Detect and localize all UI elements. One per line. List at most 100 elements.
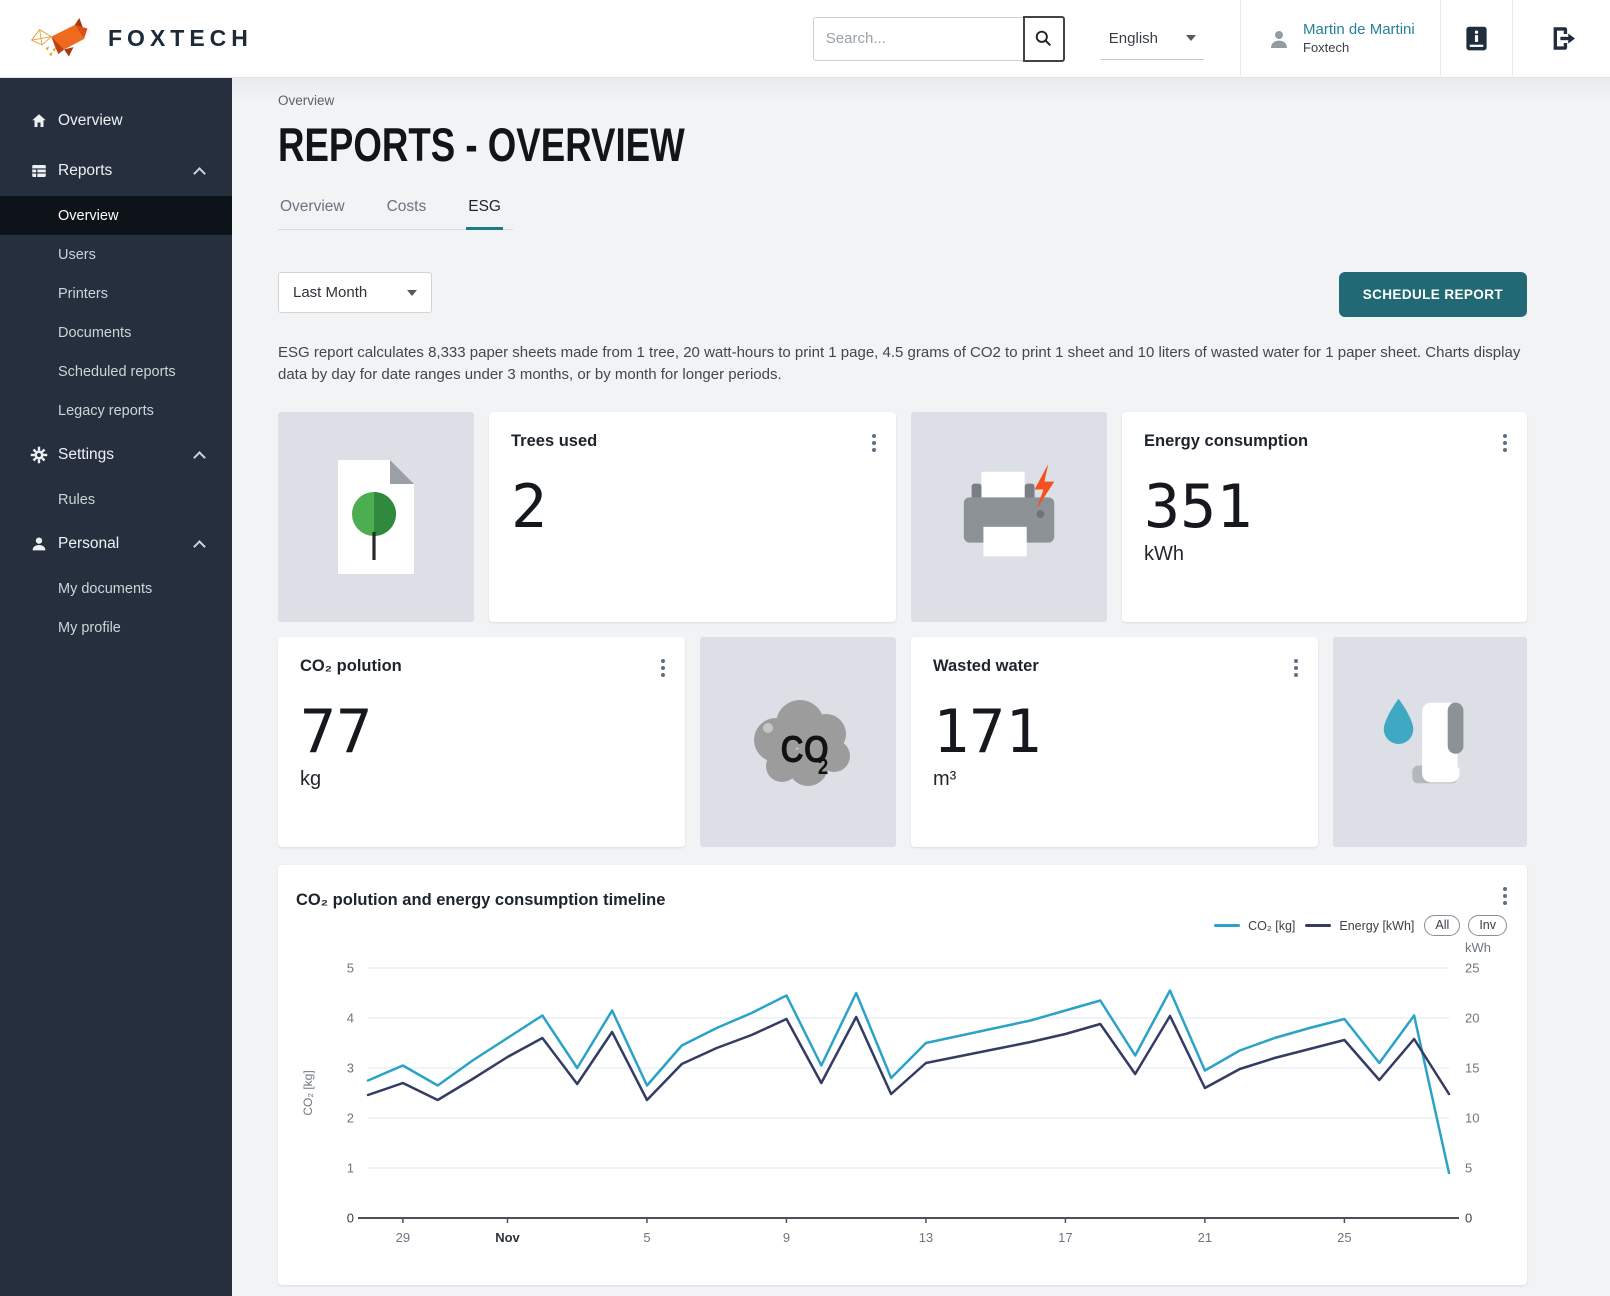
svg-text:21: 21 (1198, 1230, 1212, 1245)
tab-esg[interactable]: ESG (466, 198, 503, 229)
tab-overview[interactable]: Overview (278, 198, 347, 229)
user-icon (1267, 27, 1291, 51)
sidebar-item-printers[interactable]: Printers (0, 274, 232, 313)
trees-used-value: 2 (511, 477, 874, 537)
svg-text:0: 0 (1465, 1210, 1472, 1225)
energy-unit: kWh (1144, 543, 1505, 566)
trees-used-card: Trees used 2 (489, 412, 896, 622)
svg-text:2: 2 (347, 1110, 354, 1125)
chevron-up-icon (193, 540, 206, 553)
sidebar-item-users[interactable]: Users (0, 235, 232, 274)
sidebar-section-personal[interactable]: Personal (0, 519, 232, 569)
user-organization: Foxtech (1303, 40, 1415, 57)
sidebar-item-scheduled-reports[interactable]: Scheduled reports (0, 352, 232, 391)
page-title: REPORTS - OVERVIEW (278, 117, 685, 172)
language-label: English (1109, 30, 1158, 47)
sidebar-section-reports[interactable]: Reports (0, 146, 232, 196)
legend-co2[interactable]: CO₂ [kg] (1214, 919, 1295, 933)
kebab-menu-icon[interactable] (868, 430, 880, 456)
card-title: Wasted water (933, 657, 1296, 676)
logout-button[interactable] (1512, 0, 1610, 78)
svg-text:5: 5 (1465, 1160, 1472, 1175)
timeline-chart: 0123450510152025kWhCO₂ [kg]29Nov59131721… (296, 938, 1509, 1270)
chevron-up-icon (193, 451, 206, 464)
co2-polution-card: CO₂ polution 77 kg (278, 637, 685, 847)
svg-text:1: 1 (347, 1160, 354, 1175)
brand-name: FOXTECH (108, 25, 253, 52)
svg-text:25: 25 (1337, 1230, 1351, 1245)
report-tabs: Overview Costs ESG (278, 198, 513, 230)
esg-description: ESG report calculates 8,333 paper sheets… (278, 342, 1527, 386)
search-button[interactable] (1023, 16, 1065, 62)
svg-text:29: 29 (396, 1230, 410, 1245)
person-icon (30, 535, 48, 553)
svg-text:CO₂ [kg]: CO₂ [kg] (301, 1070, 315, 1115)
home-icon (30, 112, 48, 130)
card-title: Energy consumption (1144, 432, 1505, 451)
breadcrumb[interactable]: Overview (278, 93, 1610, 108)
brand-logo[interactable]: FOXTECH (0, 13, 253, 65)
co2-line-swatch (1214, 924, 1240, 927)
app-header: FOXTECH English Martin de Martini Foxtec… (0, 0, 1610, 78)
svg-text:20: 20 (1465, 1010, 1479, 1025)
sidebar-item-rules[interactable]: Rules (0, 480, 232, 519)
trees-icon-tile (278, 412, 474, 622)
energy-line-swatch (1305, 924, 1331, 927)
schedule-report-button[interactable]: SCHEDULE REPORT (1339, 272, 1527, 317)
main-content: Overview REPORTS - OVERVIEW Overview Cos… (232, 78, 1610, 1296)
tree-paper-icon (326, 451, 426, 583)
card-title: CO₂ polution (300, 657, 663, 676)
sidebar-item-overview[interactable]: Overview (0, 96, 232, 146)
water-paper-icon (1371, 683, 1489, 801)
legend-energy[interactable]: Energy [kWh] (1305, 919, 1414, 933)
kebab-menu-icon[interactable] (1290, 655, 1302, 681)
card-title: Trees used (511, 432, 874, 451)
chevron-up-icon (193, 167, 206, 180)
chart-legend: CO₂ [kg] Energy [kWh] All Inv (296, 914, 1509, 938)
kebab-menu-icon[interactable] (657, 655, 669, 681)
user-name: Martin de Martini (1303, 20, 1415, 40)
svg-text:10: 10 (1465, 1110, 1479, 1125)
kebab-menu-icon[interactable] (1499, 430, 1511, 456)
svg-text:2: 2 (818, 755, 828, 779)
sidebar-item-my-documents[interactable]: My documents (0, 569, 232, 608)
sidebar-item-documents[interactable]: Documents (0, 313, 232, 352)
svg-text:kWh: kWh (1465, 940, 1491, 955)
help-guide-button[interactable] (1440, 0, 1512, 78)
search-bar (813, 16, 1065, 62)
svg-text:25: 25 (1465, 960, 1479, 975)
co2-cloud-icon: CO 2 (738, 682, 858, 802)
sidebar-section-settings[interactable]: Settings (0, 430, 232, 480)
energy-icon-tile (911, 412, 1107, 622)
water-unit: m³ (933, 768, 1296, 791)
svg-text:Nov: Nov (495, 1230, 520, 1245)
sidebar-item-legacy-reports[interactable]: Legacy reports (0, 391, 232, 430)
search-input[interactable] (813, 17, 1023, 61)
logout-icon (1548, 25, 1575, 52)
water-icon-tile (1333, 637, 1527, 847)
date-range-select[interactable]: Last Month (278, 272, 432, 313)
sidebar-item-my-profile[interactable]: My profile (0, 608, 232, 647)
svg-text:9: 9 (783, 1230, 790, 1245)
user-menu[interactable]: Martin de Martini Foxtech (1240, 0, 1440, 78)
svg-text:5: 5 (643, 1230, 650, 1245)
gear-icon (30, 446, 48, 464)
svg-text:4: 4 (347, 1010, 354, 1025)
svg-text:13: 13 (919, 1230, 933, 1245)
language-select[interactable]: English (1101, 30, 1204, 60)
chevron-down-icon (407, 290, 417, 296)
filter-pill-all[interactable]: All (1424, 915, 1460, 936)
svg-text:15: 15 (1465, 1060, 1479, 1075)
kebab-menu-icon[interactable] (1499, 883, 1511, 909)
fox-logo-icon (28, 13, 98, 65)
sidebar-item-reports-overview[interactable]: Overview (0, 196, 232, 235)
search-icon (1035, 30, 1052, 47)
timeline-chart-card: CO₂ polution and energy consumption time… (278, 865, 1527, 1285)
filter-pill-inv[interactable]: Inv (1468, 915, 1507, 936)
svg-text:17: 17 (1058, 1230, 1072, 1245)
tab-costs[interactable]: Costs (385, 198, 429, 229)
svg-text:3: 3 (347, 1060, 354, 1075)
energy-consumption-card: Energy consumption 351 kWh (1122, 412, 1527, 622)
chevron-down-icon (1186, 35, 1196, 41)
printer-energy-icon (950, 458, 1068, 576)
